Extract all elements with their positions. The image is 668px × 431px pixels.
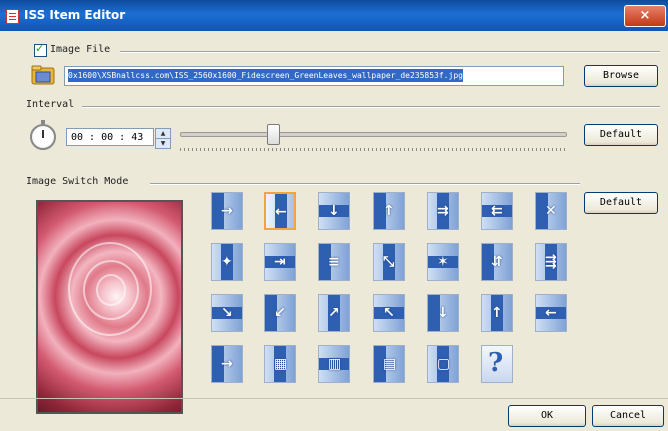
transition-arrow-icon: ≡ xyxy=(328,254,340,270)
interval-slider-thumb[interactable] xyxy=(267,124,281,145)
switch-mode-tile[interactable]: → xyxy=(211,192,243,230)
transition-arrow-icon: ✦ xyxy=(221,254,233,270)
transition-arrow-icon: ⇉ xyxy=(437,203,449,219)
switch-mode-tile[interactable]: ✦ xyxy=(211,243,243,281)
interval-label: Interval xyxy=(26,99,75,110)
transition-arrow-icon: ↑ xyxy=(383,203,395,219)
switch-mode-tile[interactable]: ⤡ xyxy=(373,243,405,281)
switch-mode-tile[interactable]: ≡ xyxy=(318,243,350,281)
switch-mode-tile[interactable]: ▦ xyxy=(264,345,296,383)
switch-mode-tile[interactable]: ↑ xyxy=(373,192,405,230)
slider-ticks xyxy=(180,148,565,151)
interval-time-input[interactable]: 00 : 00 : 43 xyxy=(66,128,154,146)
footer-divider xyxy=(0,398,668,399)
switch-mode-tile[interactable]: ⇶ xyxy=(535,243,567,281)
switch-mode-tile[interactable]: ↘ xyxy=(211,294,243,332)
switch-mode-tile[interactable]: ✶ xyxy=(427,243,459,281)
switch-mode-tile[interactable]: ↑ xyxy=(481,294,513,332)
transition-arrow-icon: ↙ xyxy=(274,305,286,321)
transition-arrow-icon: ▥ xyxy=(328,356,342,372)
window-title: ISS Item Editor xyxy=(24,8,126,22)
title-bar: ISS Item Editor × xyxy=(0,0,668,31)
switch-mode-tile[interactable]: ⇉ xyxy=(427,192,459,230)
transition-arrow-icon: → xyxy=(221,203,233,219)
group-divider xyxy=(82,106,660,108)
transition-arrow-icon: ⇶ xyxy=(545,254,557,270)
transition-arrow-icon: ↑ xyxy=(491,305,503,321)
switch-mode-tile[interactable]: ▢ xyxy=(427,345,459,383)
image-path-value: 0x1600\XSBnallcss.com\ISS_2560x1600_Fide… xyxy=(68,69,463,82)
transition-arrow-icon: ⤡ xyxy=(383,254,395,270)
image-path-input[interactable]: 0x1600\XSBnallcss.com\ISS_2560x1600_Fide… xyxy=(64,66,564,86)
preview-petal xyxy=(96,274,126,306)
transition-arrow-icon: ▢ xyxy=(437,356,451,372)
transition-arrow-icon: ⇇ xyxy=(491,203,503,219)
transition-arrow-icon: → xyxy=(221,356,233,372)
image-file-label: Image File xyxy=(50,44,111,55)
transition-arrow-icon: ← xyxy=(275,204,287,220)
transition-arrow-icon: ✶ xyxy=(437,254,449,270)
transition-arrow-icon: ↓ xyxy=(328,203,340,219)
switch-mode-tile[interactable]: ⇥ xyxy=(264,243,296,281)
editor-window: ISS Item Editor × Image File 0x1600\XSBn… xyxy=(0,0,668,431)
transition-arrow-icon: ▤ xyxy=(383,356,397,372)
switch-mode-tile[interactable]: ? xyxy=(481,345,513,383)
folder-icon xyxy=(31,65,55,85)
close-icon[interactable]: × xyxy=(624,5,666,27)
switch-mode-tile[interactable]: ✕ xyxy=(535,192,567,230)
interval-slider[interactable] xyxy=(180,132,567,137)
image-file-checkbox[interactable] xyxy=(34,42,47,57)
transition-arrow-icon: ⇥ xyxy=(274,254,286,270)
time-spinner[interactable]: ▲ ▼ xyxy=(155,128,171,149)
ok-button[interactable]: OK xyxy=(508,405,586,427)
switch-mode-tile[interactable]: ↗ xyxy=(318,294,350,332)
switch-mode-label: Image Switch Mode xyxy=(26,176,129,187)
app-icon xyxy=(6,9,19,24)
interval-default-button[interactable]: Default xyxy=(584,124,658,146)
transition-arrow-icon: ⇵ xyxy=(491,254,503,270)
switch-mode-tile[interactable]: ← xyxy=(264,192,296,230)
switch-mode-tile[interactable]: ▤ xyxy=(373,345,405,383)
switch-mode-tile[interactable]: ← xyxy=(535,294,567,332)
spin-down-icon[interactable]: ▼ xyxy=(155,138,171,149)
browse-button[interactable]: Browse xyxy=(584,65,658,87)
switch-mode-tile[interactable]: ↙ xyxy=(264,294,296,332)
transition-arrow-icon: ↓ xyxy=(437,305,449,321)
switch-mode-tile[interactable]: ↓ xyxy=(427,294,459,332)
transition-arrow-icon: ▦ xyxy=(274,356,288,372)
switch-mode-tile[interactable]: ▥ xyxy=(318,345,350,383)
transition-arrow-icon: ↖ xyxy=(383,305,395,321)
random-mode-icon: ? xyxy=(488,348,504,378)
transition-arrow-icon: ✕ xyxy=(545,203,557,219)
cancel-button[interactable]: Cancel xyxy=(592,405,664,427)
transition-arrow-icon: ↗ xyxy=(328,305,340,321)
group-divider xyxy=(120,51,660,53)
switch-mode-tile[interactable]: ⇇ xyxy=(481,192,513,230)
switch-mode-tile[interactable]: → xyxy=(211,345,243,383)
switch-mode-tile[interactable]: ↖ xyxy=(373,294,405,332)
switch-mode-default-button[interactable]: Default xyxy=(584,192,658,214)
group-divider xyxy=(150,183,580,185)
switch-mode-tile[interactable]: ⇵ xyxy=(481,243,513,281)
switch-mode-tile[interactable]: ↓ xyxy=(318,192,350,230)
image-preview xyxy=(36,200,183,414)
transition-arrow-icon: ↘ xyxy=(221,305,233,321)
stopwatch-icon xyxy=(30,120,56,150)
transition-arrow-icon: ← xyxy=(545,305,557,321)
